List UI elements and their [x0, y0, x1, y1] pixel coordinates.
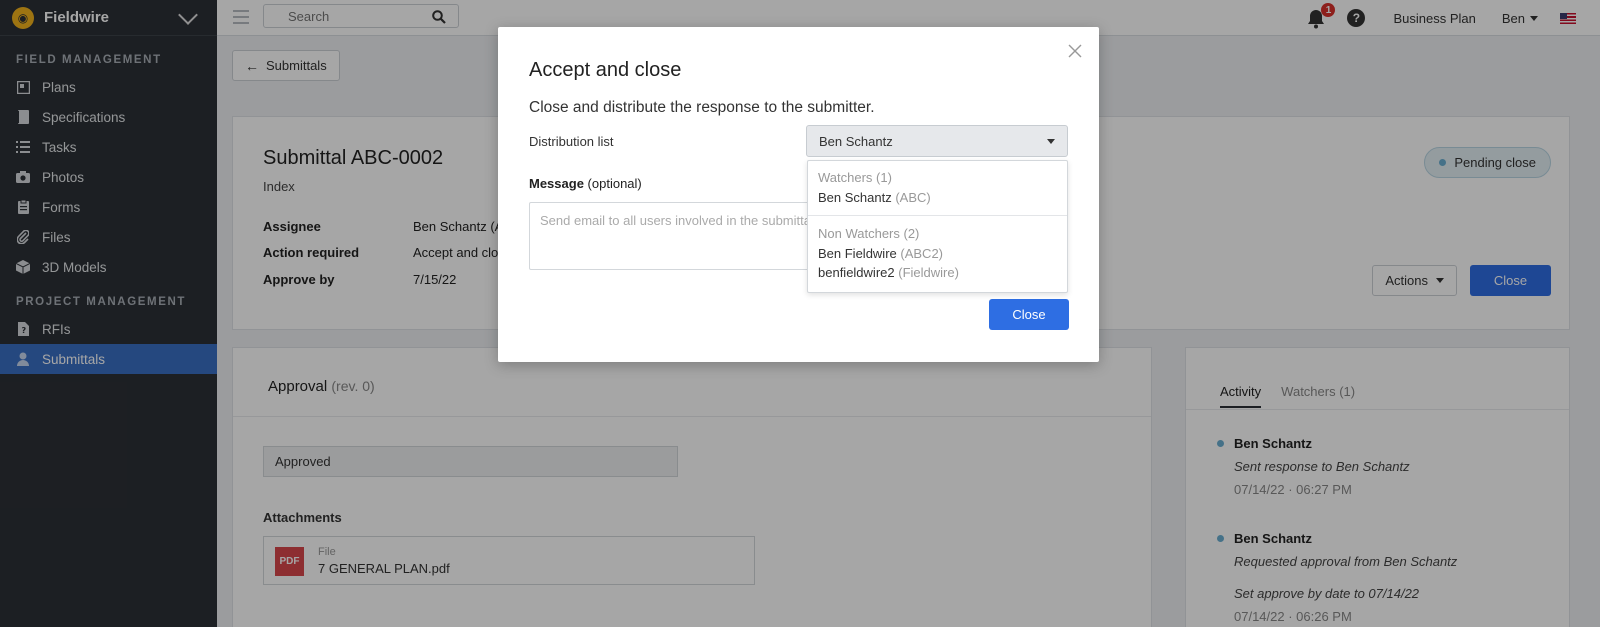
- dropdown-option[interactable]: benfieldwire2 (Fieldwire): [808, 265, 1067, 280]
- close-icon[interactable]: [1067, 43, 1083, 59]
- option-name: benfieldwire2: [818, 265, 895, 280]
- distribution-dropdown: Watchers (1) Ben Schantz (ABC) Non Watch…: [807, 160, 1068, 293]
- dropdown-option[interactable]: Ben Schantz (ABC): [808, 190, 1067, 205]
- selected-value: Ben Schantz: [819, 133, 893, 149]
- option-name: Ben Fieldwire: [818, 246, 897, 261]
- option-org: (Fieldwire): [898, 265, 959, 280]
- message-label-text: Message: [529, 176, 584, 191]
- distribution-list-label: Distribution list: [529, 134, 614, 149]
- dialog-title: Accept and close: [529, 59, 682, 81]
- dropdown-option[interactable]: Ben Fieldwire (ABC2): [808, 246, 1067, 261]
- option-org: (ABC2): [900, 246, 944, 261]
- close-button[interactable]: Close: [989, 299, 1069, 330]
- option-name: Ben Schantz: [818, 190, 892, 205]
- divider: [808, 215, 1067, 216]
- distribution-list-select[interactable]: Ben Schantz: [806, 125, 1068, 157]
- dropdown-group-label: Watchers (1): [818, 170, 892, 185]
- option-org: (ABC): [895, 190, 931, 205]
- caret-down-icon: [1047, 139, 1055, 144]
- message-optional: (optional): [587, 176, 642, 191]
- dropdown-group-label: Non Watchers (2): [818, 226, 920, 241]
- message-label: Message (optional): [529, 176, 642, 191]
- dialog-subtitle: Close and distribute the response to the…: [529, 99, 875, 116]
